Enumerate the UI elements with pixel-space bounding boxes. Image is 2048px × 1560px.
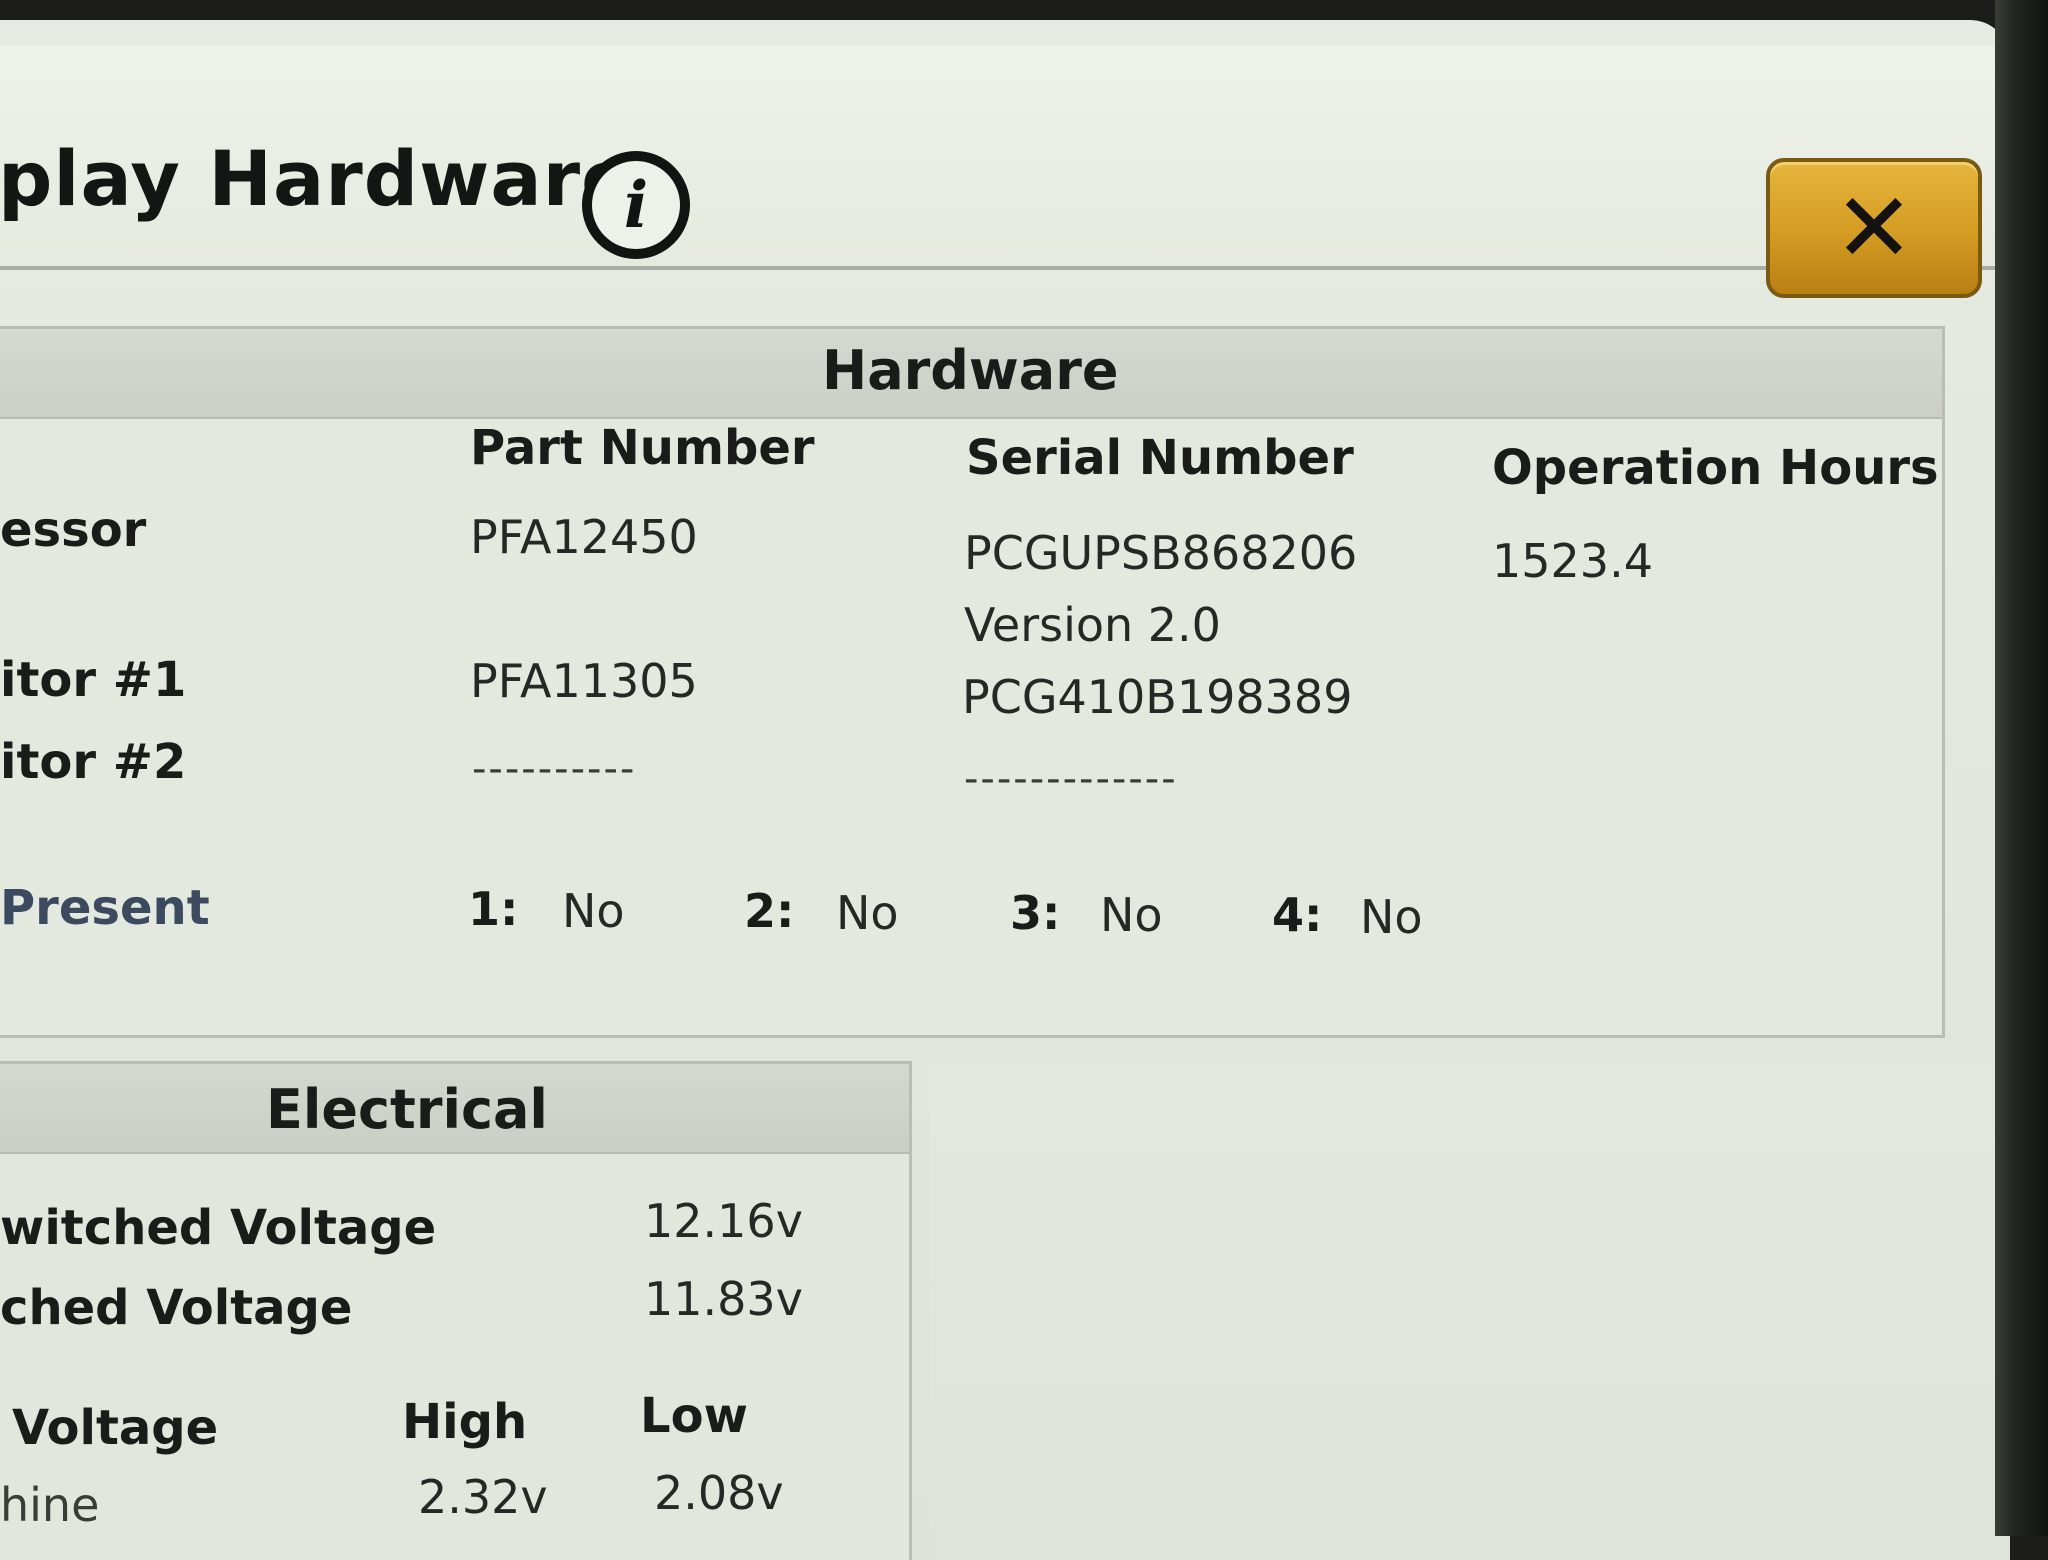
electrical-table-row-label: hine	[0, 1478, 100, 1532]
present-label: Present	[0, 880, 210, 936]
electrical-low-header: Low	[640, 1388, 748, 1444]
present-slot-3-number: 3:	[1010, 886, 1061, 940]
electrical-high-header: High	[402, 1394, 528, 1450]
monitor-1-serial-number: PCG410B198389	[962, 670, 1353, 724]
hardware-header: Hardware	[0, 329, 1942, 419]
hardware-title: Hardware	[822, 339, 1119, 402]
processor-part-number: PFA12450	[470, 510, 698, 564]
present-slot-4-number: 4:	[1272, 888, 1323, 942]
electrical-title: Electrical	[266, 1078, 548, 1141]
empty-area	[930, 1061, 2010, 1560]
electrical-header: Electrical	[0, 1064, 909, 1154]
processor-operation-hours: 1523.4	[1492, 534, 1653, 588]
electrical-switched-voltage-value: 12.16v	[644, 1194, 803, 1248]
monitor-1-part-number: PFA11305	[470, 654, 698, 708]
present-slot-2-value: No	[836, 886, 899, 940]
close-button[interactable]: ✕	[1766, 158, 1982, 298]
present-slot-2-number: 2:	[744, 884, 795, 938]
row-label-monitor-2: itor #2	[0, 734, 187, 790]
row-label-processor: essor	[0, 502, 147, 558]
column-header-operation-hours: Operation Hours	[1492, 440, 1939, 496]
electrical-row-label-switched-voltage: witched Voltage	[0, 1200, 437, 1256]
close-icon: ✕	[1833, 172, 1915, 284]
present-slot-1-value: No	[562, 884, 625, 938]
monitor-2-serial-number: -------------	[964, 756, 1178, 802]
electrical-voltage-table-label: Voltage	[12, 1400, 219, 1456]
device-bezel	[1995, 0, 2048, 1536]
column-header-part-number: Part Number	[470, 420, 815, 476]
page-title: play Hardware	[0, 134, 634, 223]
display-screen: play Hardware i ✕ Hardware Part Number S…	[0, 20, 2010, 1560]
processor-serial-number: PCGUPSB868206	[964, 526, 1358, 580]
processor-version: Version 2.0	[964, 598, 1221, 652]
electrical-table-row-low: 2.08v	[654, 1466, 784, 1520]
info-icon[interactable]: i	[582, 151, 690, 259]
electrical-row-label-unswitched-voltage: ched Voltage	[0, 1280, 353, 1336]
info-glyph: i	[623, 167, 649, 243]
electrical-unswitched-voltage-value: 11.83v	[644, 1272, 803, 1326]
monitor-2-part-number: ----------	[472, 746, 637, 792]
column-header-serial-number: Serial Number	[966, 430, 1354, 486]
present-slot-3-value: No	[1100, 888, 1163, 942]
present-slot-1-number: 1:	[468, 882, 519, 936]
title-bar: play Hardware i	[0, 46, 2010, 270]
electrical-table-row-high: 2.32v	[418, 1470, 548, 1524]
row-label-monitor-1: itor #1	[0, 652, 187, 708]
present-slot-4-value: No	[1360, 890, 1423, 944]
